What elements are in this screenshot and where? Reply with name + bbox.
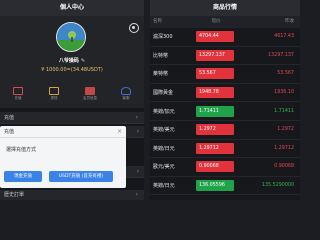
avatar[interactable] xyxy=(56,22,86,52)
username: 八爷操码 ✎ xyxy=(0,57,144,64)
service-icon xyxy=(121,87,131,95)
menu-item-history[interactable]: 歷史訂單 › xyxy=(0,190,144,200)
row-price: 4704.44 xyxy=(196,31,234,43)
chevron-right-icon: › xyxy=(136,168,139,175)
row-price: 136.05596 xyxy=(196,180,234,192)
withdraw-icon xyxy=(49,87,59,95)
row-name: 英鎊/加元 xyxy=(153,108,175,115)
market-table-header: 名称 现价 昨收 xyxy=(150,16,300,28)
usdt-recharge-button[interactable]: USDT充值 (首充有禮) xyxy=(49,171,113,182)
market-panel: 商品行情 名称 现价 昨收 滬深300 4704.44 4617.43 比特幣 1329… xyxy=(150,0,300,200)
row-prev: 0.90068 xyxy=(274,164,294,170)
menu-item-label: 充值 xyxy=(4,115,15,121)
col-prev: 昨收 xyxy=(285,19,294,24)
table-row[interactable]: 英鎊/美元 1.2972 1.2972 xyxy=(150,121,300,140)
row-prev: 13297.137 xyxy=(268,52,294,58)
quick-recharge[interactable]: 充值 xyxy=(0,84,36,108)
recharge-icon xyxy=(13,87,23,95)
chevron-right-icon: › xyxy=(135,114,138,121)
quick-label: 充值 xyxy=(14,96,22,100)
menu-item-side[interactable]: › xyxy=(126,126,144,138)
balance-text: ¥ 1000.00=(34.48USDT) xyxy=(41,67,103,73)
table-row[interactable]: 萊特幣 53.567 53.567 xyxy=(150,65,300,84)
col-price: 现价 xyxy=(211,19,221,24)
menu-item-side[interactable]: › xyxy=(126,166,144,178)
modal-subtitle: 選擇充值方式 xyxy=(6,147,37,153)
row-price: 1.2972 xyxy=(196,124,234,136)
row-name: 滬深300 xyxy=(153,34,173,41)
row-prev: 53.567 xyxy=(277,71,294,77)
row-name: 英鎊/日元 xyxy=(153,183,175,190)
row-name: 比特幣 xyxy=(153,52,169,59)
row-name: 萊特幣 xyxy=(153,71,169,78)
col-name: 名称 xyxy=(153,19,162,24)
settings-icon[interactable] xyxy=(129,23,139,33)
table-row[interactable]: 英鎊/加元 1.71411 1.71411 xyxy=(150,102,300,121)
table-row[interactable]: 比特幣 13297.137 13297.137 xyxy=(150,47,300,66)
profile-card: 八爷操码 ✎ ¥ 1000.00=(34.48USDT) xyxy=(0,16,144,84)
modal-title: 充值 xyxy=(4,129,15,135)
quick-actions: 充值 提现 会员信息 客服 xyxy=(0,84,144,108)
quick-member[interactable]: 会员信息 xyxy=(72,84,108,108)
menu-item-label: 歷史訂單 xyxy=(4,192,25,198)
market-table: 滬深300 4704.44 4617.43 比特幣 13297.137 13297.137… xyxy=(150,28,300,196)
profile-panel: 個人中心 八爷操码 ✎ ¥ 1000.00=(34.48USDT) 充值 提现 会 xyxy=(0,0,144,200)
quick-withdraw[interactable]: 提现 xyxy=(36,84,72,108)
row-name: 英鎊/日元 xyxy=(153,145,175,152)
menu-item-recharge[interactable]: 充值 › xyxy=(0,112,144,124)
quick-label: 会员信息 xyxy=(83,96,97,100)
row-price: 0.90068 xyxy=(196,161,234,173)
row-name: 英鎊/美元 xyxy=(153,127,175,134)
table-row[interactable]: 國際黃金 1948.78 1936.10 xyxy=(150,84,300,103)
close-icon[interactable]: × xyxy=(117,126,122,138)
modal-header: 充值 × xyxy=(0,126,126,138)
edit-pencil-icon[interactable]: ✎ xyxy=(81,58,85,64)
table-row[interactable]: 英鎊/日元 136.05596 135.5290000 xyxy=(150,177,300,196)
quick-service[interactable]: 客服 xyxy=(108,84,144,108)
row-prev: 1.2972 xyxy=(277,127,294,133)
cash-recharge-button[interactable]: 現金充值 xyxy=(4,171,42,182)
page-title: 個人中心 xyxy=(0,0,144,16)
chevron-right-icon: › xyxy=(136,128,139,135)
recharge-modal: 充值 × 選擇充值方式 現金充值 USDT充值 (首充有禮) xyxy=(0,126,126,188)
row-prev: 1.71411 xyxy=(274,108,294,114)
row-prev: 135.5290000 xyxy=(261,183,294,189)
row-price: 1948.78 xyxy=(196,87,234,99)
modal-actions: 現金充值 USDT充值 (首充有禮) xyxy=(4,171,113,182)
row-price: 13297.137 xyxy=(196,49,234,61)
row-name: 歐元/美元 xyxy=(153,164,175,171)
member-icon xyxy=(85,87,95,95)
avatar-image-icon xyxy=(57,23,85,51)
row-price: 1.71411 xyxy=(196,105,234,117)
quick-label: 提现 xyxy=(50,96,58,100)
row-prev: 1936.10 xyxy=(274,90,294,96)
table-row[interactable]: 滬深300 4704.44 4617.43 xyxy=(150,28,300,47)
row-prev: 1.29712 xyxy=(274,145,294,151)
row-price: 53.567 xyxy=(196,68,234,80)
market-title: 商品行情 xyxy=(150,0,300,16)
quick-label: 客服 xyxy=(122,96,130,100)
row-prev: 4617.43 xyxy=(274,34,294,40)
table-row[interactable]: 歐元/美元 0.90068 0.90068 xyxy=(150,158,300,177)
table-row[interactable]: 英鎊/日元 1.29712 1.29712 xyxy=(150,140,300,159)
username-text: 八爷操码 xyxy=(58,58,79,64)
row-name: 國際黃金 xyxy=(153,90,174,97)
chevron-right-icon: › xyxy=(135,191,138,198)
row-price: 1.29712 xyxy=(196,142,234,154)
